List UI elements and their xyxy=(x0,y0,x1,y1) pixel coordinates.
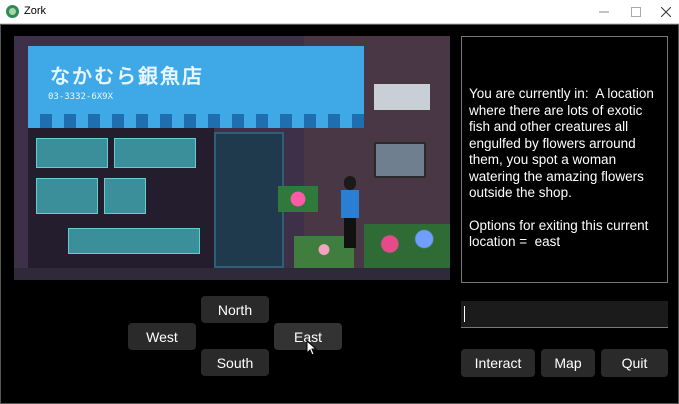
location-scene-image: なかむら銀魚店 03-3332-6X9X xyxy=(14,36,450,280)
maximize-icon xyxy=(631,7,641,17)
fish-tank xyxy=(104,178,146,214)
fish-tank xyxy=(36,178,98,214)
command-input[interactable] xyxy=(461,301,668,328)
window-title: Zork xyxy=(24,5,46,17)
location-description-text: You are currently in: A location where t… xyxy=(469,86,658,200)
air-conditioner xyxy=(374,84,430,110)
sidewalk xyxy=(14,268,450,280)
location-description-panel: You are currently in: A location where t… xyxy=(461,36,668,283)
north-button[interactable]: North xyxy=(201,296,269,323)
mouse-cursor-icon xyxy=(306,340,318,356)
flower-bed xyxy=(364,224,450,274)
shop-door xyxy=(214,132,284,268)
west-button[interactable]: West xyxy=(128,323,196,350)
minimize-icon xyxy=(599,11,609,13)
maximize-button[interactable] xyxy=(620,0,652,24)
woman-figure xyxy=(338,176,360,248)
text-caret xyxy=(464,306,465,322)
quit-button[interactable]: Quit xyxy=(601,349,668,377)
shop-sign: なかむら銀魚店 xyxy=(50,64,204,88)
exit-options-text: Options for exiting this current locatio… xyxy=(469,217,653,250)
flower-pot xyxy=(278,186,318,212)
woman-legs xyxy=(344,218,356,248)
minimize-button[interactable] xyxy=(588,0,620,24)
fish-tank xyxy=(114,138,196,168)
shop-phone-number: 03-3332-6X9X xyxy=(48,92,114,102)
building-window xyxy=(374,142,426,178)
close-icon xyxy=(661,7,671,17)
fish-tanks-area xyxy=(28,128,214,268)
close-button[interactable] xyxy=(650,0,679,24)
map-button[interactable]: Map xyxy=(541,349,595,377)
fish-tank xyxy=(36,138,108,168)
interact-button[interactable]: Interact xyxy=(461,349,535,377)
app-icon xyxy=(6,5,19,18)
title-bar: Zork xyxy=(0,0,679,24)
woman-body xyxy=(341,190,359,218)
south-button[interactable]: South xyxy=(201,349,269,376)
fish-tank xyxy=(68,228,200,254)
woman-head xyxy=(344,176,356,190)
